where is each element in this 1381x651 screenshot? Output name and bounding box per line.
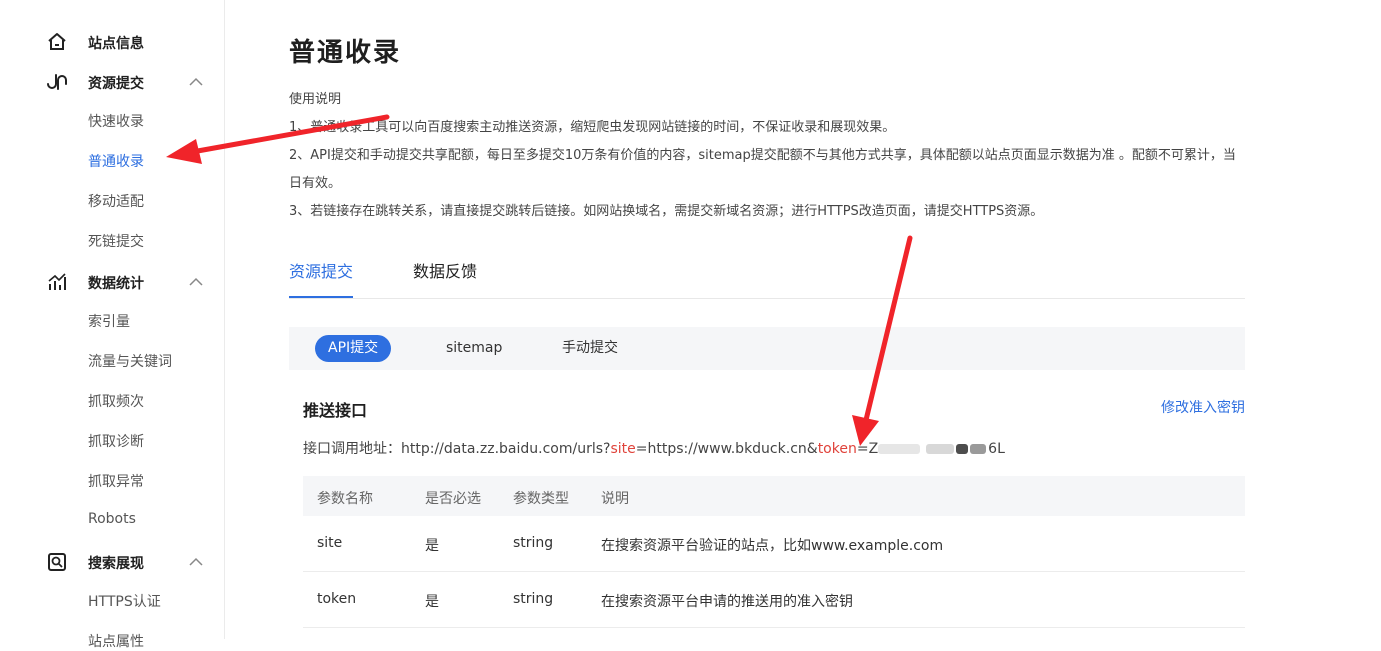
sidebar-item-label: 资源提交: [88, 76, 144, 92]
sidebar-item-label: 索引量: [88, 314, 130, 330]
sidebar-item-crawl-freq[interactable]: 抓取频次: [0, 391, 224, 411]
cell-param-type: string: [513, 535, 554, 551]
desc-heading: 使用说明: [289, 92, 342, 107]
desc-line-3: 3、若链接存在跳转关系，请直接提交跳转后链接。如网站换域名，需提交新域名资源；进…: [289, 204, 1044, 219]
sidebar-item-label: 抓取诊断: [88, 434, 144, 450]
modify-key-link[interactable]: 修改准入密钥: [1161, 397, 1245, 417]
main-tabs: 资源提交 数据反馈: [289, 258, 1245, 299]
api-url-token-end: 6L: [988, 441, 1005, 457]
api-url-label: 接口调用地址：: [303, 441, 401, 457]
tab-manual-submit[interactable]: 手动提交: [562, 335, 618, 362]
tab-sitemap[interactable]: sitemap: [446, 335, 502, 362]
sidebar-item-label: 抓取频次: [88, 394, 144, 410]
token-redaction: [878, 442, 988, 456]
sidebar-item-crawl-errors[interactable]: 抓取异常: [0, 471, 224, 491]
tab-api-submit[interactable]: API提交: [315, 335, 392, 362]
chevron-up-icon[interactable]: [188, 74, 204, 90]
th-param-name: 参数名称: [317, 491, 373, 507]
sidebar-item-site-attr[interactable]: 站点属性: [0, 631, 224, 651]
table-row: token 是 string 在搜索资源平台申请的推送用的准入密钥: [303, 572, 1245, 628]
sidebar-item-robots[interactable]: Robots: [0, 511, 224, 531]
desc-line-2: 2、API提交和手动提交共享配额，每日至多提交10万条有价值的内容，sitema…: [289, 148, 1236, 191]
sidebar-item-label: Robots: [88, 511, 136, 527]
usage-description: 使用说明 1、普通收录工具可以向百度搜索主动推送资源，缩短爬虫发现网站链接的时间…: [289, 86, 1245, 226]
api-url-token-key: token: [817, 441, 857, 457]
link-submit-icon: [47, 74, 67, 90]
sidebar: 站点信息 资源提交 快速收录 普通收录 移动适配 死链提交 数据统计 索引量 流…: [0, 0, 225, 650]
cell-param-name: token: [317, 591, 357, 607]
sidebar-item-label: 快速收录: [88, 114, 144, 130]
sidebar-item-crawl-diag[interactable]: 抓取诊断: [0, 431, 224, 451]
sidebar-item-https-auth[interactable]: HTTPS认证: [0, 591, 224, 611]
page-title: 普通收录: [289, 38, 402, 68]
api-url-site-value: =https://www.bkduck.cn&: [635, 441, 818, 457]
sidebar-group-search-display[interactable]: 搜索展现: [0, 551, 224, 573]
api-url-prefix: http://data.zz.baidu.com/urls?: [401, 441, 611, 457]
chevron-up-icon[interactable]: [188, 274, 204, 290]
cell-param-name: site: [317, 535, 343, 551]
sidebar-item-label: 数据统计: [88, 276, 144, 292]
api-url: 接口调用地址：http://data.zz.baidu.com/urls?sit…: [303, 438, 1005, 458]
desc-line-1: 1、普通收录工具可以向百度搜索主动推送资源，缩短爬虫发现网站链接的时间，不保证收…: [289, 120, 896, 135]
sidebar-item-normal-index[interactable]: 普通收录: [0, 151, 224, 171]
sidebar-item-site-info[interactable]: 站点信息: [0, 31, 224, 53]
api-url-token-start: =Z: [856, 441, 879, 457]
sidebar-item-label: HTTPS认证: [88, 594, 161, 610]
th-param-type: 参数类型: [513, 491, 569, 507]
sidebar-item-label: 死链提交: [88, 234, 144, 250]
home-icon: [48, 33, 66, 50]
chart-icon: [48, 273, 66, 290]
cell-description: 在搜索资源平台申请的推送用的准入密钥: [601, 594, 853, 610]
table-header: 参数名称 是否必选 参数类型 说明: [303, 476, 1245, 516]
tab-resource-submit[interactable]: 资源提交: [289, 258, 354, 298]
sidebar-item-label: 站点属性: [88, 634, 144, 650]
sidebar-group-data-stats[interactable]: 数据统计: [0, 271, 224, 293]
sidebar-item-label: 站点信息: [88, 36, 144, 52]
th-description: 说明: [601, 491, 629, 507]
cell-required: 是: [425, 538, 439, 554]
sidebar-item-dead-link[interactable]: 死链提交: [0, 231, 224, 251]
sidebar-item-label: 搜索展现: [88, 556, 144, 572]
sidebar-item-label: 流量与关键词: [88, 354, 172, 370]
sidebar-item-mobile-adapt[interactable]: 移动适配: [0, 191, 224, 211]
sidebar-item-quick-index[interactable]: 快速收录: [0, 111, 224, 131]
submit-method-tabs: API提交 sitemap 手动提交: [289, 327, 1245, 370]
api-url-site-key: site: [610, 441, 636, 457]
cell-required: 是: [425, 594, 439, 610]
cell-description: 在搜索资源平台验证的站点，比如www.example.com: [601, 538, 944, 554]
chevron-up-icon[interactable]: [188, 554, 204, 570]
table-row: site 是 string 在搜索资源平台验证的站点，比如www.example…: [303, 516, 1245, 572]
tab-data-feedback[interactable]: 数据反馈: [413, 258, 477, 296]
search-display-icon: [48, 553, 66, 571]
sidebar-item-label: 抓取异常: [88, 474, 144, 490]
sidebar-item-label: 普通收录: [88, 154, 144, 170]
cell-param-type: string: [513, 591, 554, 607]
section-title: 推送接口: [303, 401, 368, 420]
sidebar-item-index-count[interactable]: 索引量: [0, 311, 224, 331]
sidebar-group-resource-submit[interactable]: 资源提交: [0, 71, 224, 93]
sidebar-item-traffic-keywords[interactable]: 流量与关键词: [0, 351, 224, 371]
sidebar-item-label: 移动适配: [88, 194, 144, 210]
th-required: 是否必选: [425, 491, 481, 507]
